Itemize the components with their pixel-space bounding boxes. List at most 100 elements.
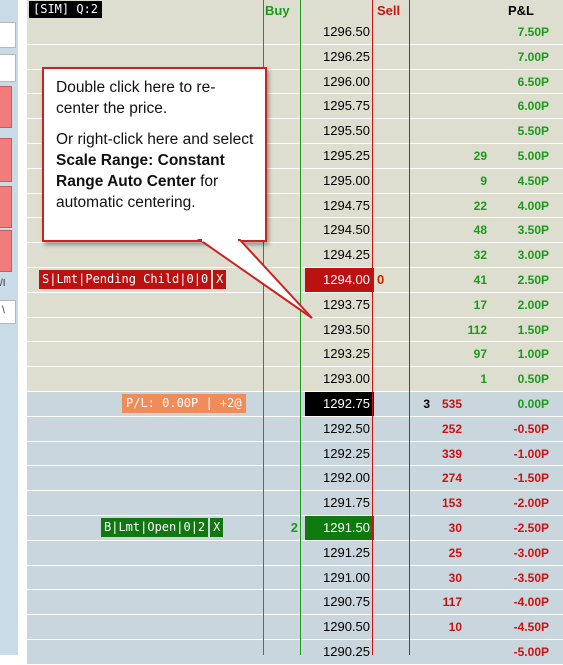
ladder-row[interactable]: 1296.25 7.00P bbox=[27, 44, 563, 70]
price-cell[interactable]: 1296.25 bbox=[305, 45, 374, 69]
account-quantity-label: [SIM] Q:2 bbox=[29, 1, 103, 18]
price-cell[interactable]: 1294.00 bbox=[305, 267, 374, 292]
side-input-3[interactable]: \ bbox=[0, 300, 16, 324]
price-cell[interactable]: 1294.25 bbox=[305, 243, 374, 267]
price-cell[interactable]: 1296.00 bbox=[305, 70, 374, 94]
ladder-row[interactable]: 1290.75 117 -4.00P bbox=[27, 590, 563, 616]
side-red-button-1[interactable] bbox=[0, 86, 12, 128]
price-cell[interactable]: 1290.50 bbox=[305, 615, 374, 639]
pnl-cell: -2.00P bbox=[513, 496, 549, 511]
pnl-cell: -3.50P bbox=[513, 570, 549, 585]
price-cell[interactable]: 1294.50 bbox=[305, 218, 374, 242]
side-red-button-3[interactable] bbox=[0, 186, 12, 228]
pnl-column-header: P&L bbox=[508, 3, 534, 18]
buy-open-order-tag[interactable]: B|Lmt|Open|0|2 X bbox=[101, 517, 225, 537]
tooltip-callout: Double click here to re-center the price… bbox=[42, 67, 267, 242]
price-cell[interactable]: 1291.25 bbox=[305, 541, 374, 565]
ladder-row[interactable]: 1293.00 1 0.50P bbox=[27, 367, 563, 392]
callout-line-2-prefix: Or right-click here and select bbox=[56, 131, 254, 148]
pnl-cell: 3.00P bbox=[517, 248, 549, 263]
bid-volume: 41 bbox=[473, 272, 487, 287]
callout-line-2: Or right-click here and select Scale Ran… bbox=[56, 129, 255, 213]
price-cell[interactable]: 1293.75 bbox=[305, 293, 374, 317]
price-cell[interactable]: 1292.25 bbox=[305, 442, 374, 466]
ladder-row[interactable]: 1294.25 32 3.00P bbox=[27, 243, 563, 268]
price-cell[interactable]: 1293.25 bbox=[305, 342, 374, 366]
buy-column-header: Buy bbox=[265, 3, 290, 18]
ladder-row[interactable]: 1291.75 153 -2.00P bbox=[27, 491, 563, 516]
ask-volume: 117 bbox=[442, 595, 462, 610]
bid-volume: 97 bbox=[473, 347, 487, 362]
price-cell[interactable]: 1293.00 bbox=[305, 367, 374, 391]
price-cell[interactable]: 1295.75 bbox=[305, 94, 374, 118]
side-red-button-4[interactable] bbox=[0, 230, 12, 272]
ladder-row[interactable]: 1291.50 30 2 -2.50P B|Lmt|Open|0|2 X bbox=[27, 515, 563, 541]
pnl-cell: 0.50P bbox=[517, 372, 549, 387]
ladder-row[interactable]: 1293.75 17 2.00P bbox=[27, 292, 563, 318]
bid-volume: 1 bbox=[480, 372, 487, 387]
ladder-header: [SIM] Q:2 Buy Sell P&L bbox=[27, 0, 563, 20]
pnl-cell: 5.00P bbox=[517, 148, 549, 163]
price-cell[interactable]: 1296.50 bbox=[305, 20, 374, 44]
bid-volume: 9 bbox=[480, 173, 487, 188]
pnl-cell: 5.50P bbox=[517, 124, 549, 139]
sell-order-quantity[interactable]: 0 bbox=[377, 268, 407, 292]
pnl-cell: 4.00P bbox=[517, 198, 549, 213]
ladder-row[interactable]: 1290.25 -5.00P bbox=[27, 639, 563, 665]
ladder-row[interactable]: 1296.50 7.50P bbox=[27, 20, 563, 45]
price-cell[interactable]: 1291.75 bbox=[305, 491, 374, 515]
side-panel-strip: /I \ bbox=[0, 0, 18, 655]
last-trade-volume: 3 bbox=[423, 396, 430, 411]
ladder-row[interactable]: 1292.25 339 -1.00P bbox=[27, 441, 563, 467]
price-cell[interactable]: 1295.00 bbox=[305, 169, 374, 193]
price-cell[interactable]: 1290.25 bbox=[305, 640, 374, 664]
price-cell[interactable]: 1291.50 bbox=[305, 515, 374, 540]
price-cell[interactable]: 1292.00 bbox=[305, 466, 374, 490]
ask-volume: 30 bbox=[448, 520, 462, 535]
ladder-row[interactable]: 1292.50 252 -0.50P bbox=[27, 416, 563, 442]
bid-volume: 32 bbox=[473, 248, 487, 263]
price-cell[interactable]: 1294.75 bbox=[305, 194, 374, 218]
ladder-row[interactable]: 1290.50 10 -4.50P bbox=[27, 615, 563, 640]
side-glyph-2: \ bbox=[2, 305, 5, 316]
bid-volume: 22 bbox=[473, 198, 487, 213]
pnl-cell: -5.00P bbox=[513, 644, 549, 659]
ask-volume: 274 bbox=[441, 471, 462, 486]
ladder-row[interactable]: 1292.75 535 3 0.00P P/L: 0.00P | +2@ bbox=[27, 391, 563, 417]
price-cell[interactable]: 1295.50 bbox=[305, 119, 374, 143]
ladder-row[interactable]: 1292.00 274 -1.50P bbox=[27, 466, 563, 492]
ladder-row[interactable]: 1291.00 30 -3.50P bbox=[27, 565, 563, 591]
price-cell[interactable]: 1292.75 bbox=[305, 391, 374, 416]
sell-column-divider bbox=[372, 0, 373, 655]
position-pl-label: P/L: 0.00P | +2@ bbox=[122, 393, 246, 413]
side-input-1[interactable] bbox=[0, 22, 16, 48]
side-red-button-2[interactable] bbox=[0, 138, 12, 182]
cancel-order-button[interactable]: X bbox=[213, 269, 227, 289]
bid-volume: 17 bbox=[473, 297, 487, 312]
ladder-row[interactable]: 1294.00 41 0 2.50P S|Lmt|Pending Child|0|0 X bbox=[27, 267, 563, 293]
order-tag-text: B|Lmt|Open|0|2 bbox=[101, 517, 209, 537]
pnl-cell: 1.50P bbox=[517, 322, 549, 337]
sell-pending-order-tag[interactable]: S|Lmt|Pending Child|0|0 X bbox=[39, 269, 228, 289]
ladder-row[interactable]: 1293.25 97 1.00P bbox=[27, 342, 563, 368]
side-input-2[interactable] bbox=[0, 54, 16, 82]
pnl-cell: 0.00P bbox=[517, 396, 549, 411]
price-cell[interactable]: 1291.00 bbox=[305, 566, 374, 590]
pnl-cell: 7.50P bbox=[517, 25, 549, 39]
pnl-cell: 3.50P bbox=[517, 223, 549, 238]
ladder-row[interactable]: 1293.50 112 1.50P bbox=[27, 317, 563, 343]
price-cell[interactable]: 1295.25 bbox=[305, 144, 374, 168]
ask-volume: 339 bbox=[441, 446, 462, 461]
buy-column-divider-right bbox=[300, 0, 301, 655]
pnl-cell: 4.50P bbox=[517, 173, 549, 188]
ask-volume: 252 bbox=[441, 421, 462, 436]
ladder-row[interactable]: 1291.25 25 -3.00P bbox=[27, 540, 563, 566]
price-cell[interactable]: 1293.50 bbox=[305, 318, 374, 342]
cancel-order-button[interactable]: X bbox=[210, 517, 224, 537]
pnl-cell: 2.50P bbox=[517, 272, 549, 287]
price-cell[interactable]: 1290.75 bbox=[305, 590, 374, 614]
callout-line-1: Double click here to re-center the price… bbox=[56, 79, 216, 117]
price-cell[interactable]: 1292.50 bbox=[305, 417, 374, 441]
side-glyph-1: /I bbox=[0, 278, 6, 289]
buy-order-quantity[interactable]: 2 bbox=[264, 516, 298, 540]
